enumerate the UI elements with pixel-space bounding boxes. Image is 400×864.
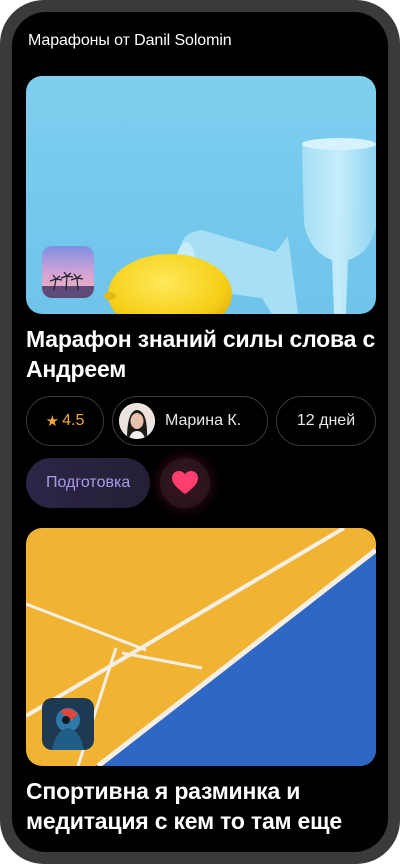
author-name: Марина К.	[165, 412, 242, 429]
status-badge: Подготовка	[26, 458, 151, 508]
like-button[interactable]	[160, 458, 211, 508]
rating-chip: ★ 4.5	[26, 396, 104, 446]
author-thumbnail	[42, 698, 94, 750]
avatar	[119, 403, 155, 439]
author-photo	[119, 403, 155, 439]
marathon-card[interactable]: Спортивна я разминка и медитация с кем т…	[26, 528, 376, 836]
rating-value: 4.5	[62, 412, 85, 429]
page-title: Марафоны от Danil Solomin	[28, 32, 232, 49]
marathon-cover-image[interactable]	[26, 76, 376, 314]
device-frame: Марафоны от Danil Solomin Марафон знаний…	[0, 0, 400, 864]
marathon-card[interactable]: Марафон знаний силы слова с Андреем ★ 4.…	[26, 76, 376, 508]
author-thumbnail	[42, 246, 94, 298]
duration-chip: 12 дней	[276, 396, 376, 446]
palm-sunset-image	[42, 246, 94, 298]
app-screen: Марафоны от Danil Solomin Марафон знаний…	[12, 12, 388, 852]
marathon-meta: ★ 4.5 Марина К. 12 дней	[26, 396, 376, 446]
marathon-title: Спортивна я разминка и медитация с кем т…	[26, 778, 342, 834]
marathon-title: Марафон знаний силы слова с Андреем	[26, 326, 376, 382]
author-thumbnail-image	[42, 698, 94, 750]
heart-icon	[172, 471, 199, 494]
star-icon: ★	[45, 413, 60, 430]
marathon-cover-image[interactable]	[26, 528, 376, 766]
author-chip[interactable]: Марина К.	[112, 396, 268, 446]
